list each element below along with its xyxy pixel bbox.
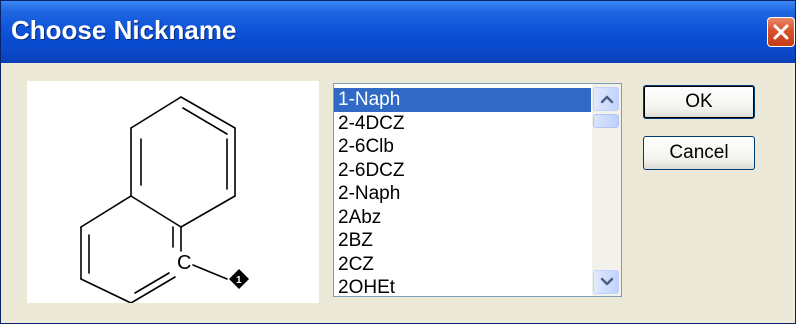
structure-preview: C 1 <box>27 81 319 303</box>
scrollbar-thumb[interactable] <box>593 114 619 128</box>
choose-nickname-dialog: Choose Nickname C 1 1-Naph 2-4DCZ 2-6Clb… <box>0 0 796 324</box>
ok-button[interactable]: OK <box>643 85 755 119</box>
cancel-button[interactable]: Cancel <box>643 136 755 170</box>
atom-label: C <box>177 252 191 274</box>
list-item[interactable]: 2-4DCZ <box>334 112 591 136</box>
list-item[interactable]: 2OHEt <box>334 276 591 296</box>
scroll-down-button[interactable] <box>593 270 619 294</box>
list-item[interactable]: 2CZ <box>334 253 591 277</box>
nickname-list[interactable]: 1-Naph 2-4DCZ 2-6Clb 2-6DCZ 2-Naph 2Abz … <box>333 83 622 297</box>
chevron-up-icon <box>600 95 614 104</box>
close-button[interactable] <box>767 17 795 47</box>
scroll-up-button[interactable] <box>593 87 619 111</box>
list-item[interactable]: 2-Naph <box>334 182 591 206</box>
list-item[interactable]: 1-Naph <box>334 88 591 112</box>
vertical-scrollbar[interactable] <box>592 84 621 296</box>
list-item[interactable]: 2-6Clb <box>334 135 591 159</box>
list-item[interactable]: 2Abz <box>334 206 591 230</box>
title-bar[interactable]: Choose Nickname <box>1 1 795 63</box>
naphthalene-structure: C 1 <box>80 96 249 303</box>
chevron-down-icon <box>600 277 614 286</box>
list-item[interactable]: 2-6DCZ <box>334 159 591 183</box>
list-item[interactable]: 2BZ <box>334 229 591 253</box>
nickname-items: 1-Naph 2-4DCZ 2-6Clb 2-6DCZ 2-Naph 2Abz … <box>334 88 591 296</box>
attachment-index: 1 <box>236 275 242 286</box>
dialog-title: Choose Nickname <box>11 15 237 45</box>
close-icon <box>773 24 789 40</box>
